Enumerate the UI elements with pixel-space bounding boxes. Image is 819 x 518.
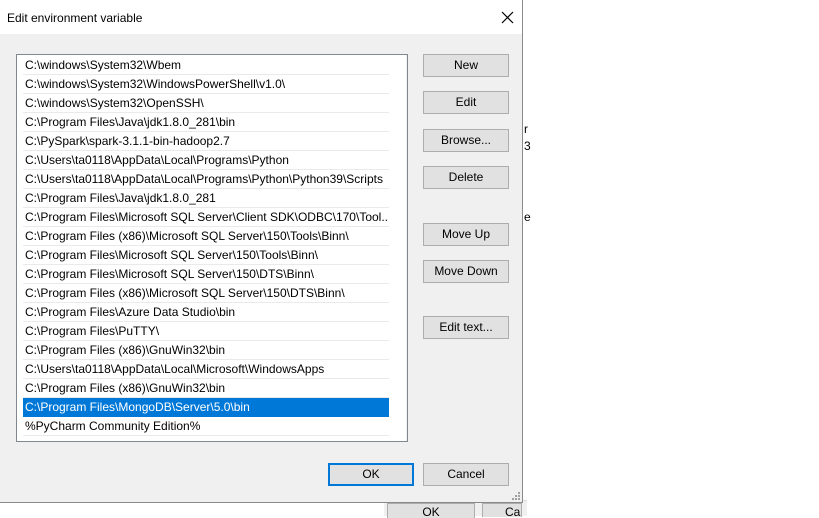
background-text: r xyxy=(524,122,528,136)
dialog-title: Edit environment variable xyxy=(7,11,143,25)
scroll-up-button[interactable] xyxy=(406,55,408,72)
list-item[interactable]: C:\windows\System32\WindowsPowerShell\v1… xyxy=(23,75,389,94)
resize-grip-icon[interactable] xyxy=(511,491,521,501)
list-item[interactable]: %PyCharm Community Edition% xyxy=(23,417,389,436)
move-down-button[interactable]: Move Down xyxy=(423,260,509,283)
chevron-down-icon xyxy=(406,424,408,441)
list-item[interactable]: C:\Users\ta0118\AppData\Local\Programs\P… xyxy=(23,151,389,170)
delete-button[interactable]: Delete xyxy=(423,166,509,189)
background-window: r 3 e xyxy=(524,0,819,515)
scroll-thumb[interactable] xyxy=(407,131,408,423)
vertical-scrollbar[interactable] xyxy=(406,55,408,441)
background-text: 3 xyxy=(524,139,531,153)
edit-button[interactable]: Edit xyxy=(423,91,509,114)
list-item[interactable]: C:\Program Files\PuTTY\ xyxy=(23,322,389,341)
list-item[interactable]: C:\Program Files\Java\jdk1.8.0_281\bin xyxy=(23,113,389,132)
list-item[interactable]: C:\windows\System32\OpenSSH\ xyxy=(23,94,389,113)
close-button[interactable] xyxy=(494,2,522,32)
list-item[interactable]: C:\Users\ta0118\AppData\Local\Programs\P… xyxy=(23,170,389,189)
list-item[interactable]: C:\Program Files (x86)\Microsoft SQL Ser… xyxy=(23,227,389,246)
list-item[interactable]: C:\Program Files\Microsoft SQL Server\Cl… xyxy=(23,208,389,227)
move-up-button[interactable]: Move Up xyxy=(423,223,509,246)
list-item[interactable]: C:\Program Files (x86)\GnuWin32\bin xyxy=(23,379,389,398)
title-bar: Edit environment variable xyxy=(0,0,522,34)
list-item[interactable]: C:\Users\ta0118\AppData\Local\Microsoft\… xyxy=(23,360,389,379)
chevron-up-icon xyxy=(406,55,408,72)
list-item[interactable]: C:\Program Files\MongoDB\Server\5.0\bin xyxy=(23,398,389,417)
background-text: e xyxy=(524,210,531,224)
scroll-down-button[interactable] xyxy=(406,424,408,441)
path-list[interactable]: C:\windows\System32\Wbem C:\windows\Syste… xyxy=(16,54,408,442)
new-button[interactable]: New xyxy=(423,54,509,77)
ok-button[interactable]: OK xyxy=(328,463,414,486)
list-item[interactable]: C:\Program Files\Java\jdk1.8.0_281 xyxy=(23,189,389,208)
cancel-button[interactable]: Cancel xyxy=(423,463,509,486)
list-item[interactable]: C:\windows\System32\Wbem xyxy=(23,56,389,75)
browse-button[interactable]: Browse... xyxy=(423,129,509,152)
list-item[interactable]: C:\PySpark\spark-3.1.1-bin-hadoop2.7 xyxy=(23,132,389,151)
list-item[interactable]: C:\Program Files\Azure Data Studio\bin xyxy=(23,303,389,322)
list-item[interactable]: C:\Program Files (x86)\Microsoft SQL Ser… xyxy=(23,284,389,303)
edit-environment-variable-dialog: Edit environment variable C:\windows\Sys… xyxy=(0,0,523,503)
close-icon xyxy=(501,11,514,24)
list-item[interactable]: C:\Program Files\Microsoft SQL Server\15… xyxy=(23,265,389,284)
list-item[interactable]: C:\Program Files (x86)\GnuWin32\bin xyxy=(23,341,389,360)
list-item[interactable]: C:\Program Files\Microsoft SQL Server\15… xyxy=(23,246,389,265)
edit-text-button[interactable]: Edit text... xyxy=(423,316,509,339)
background-ok-button[interactable]: OK xyxy=(387,503,475,518)
